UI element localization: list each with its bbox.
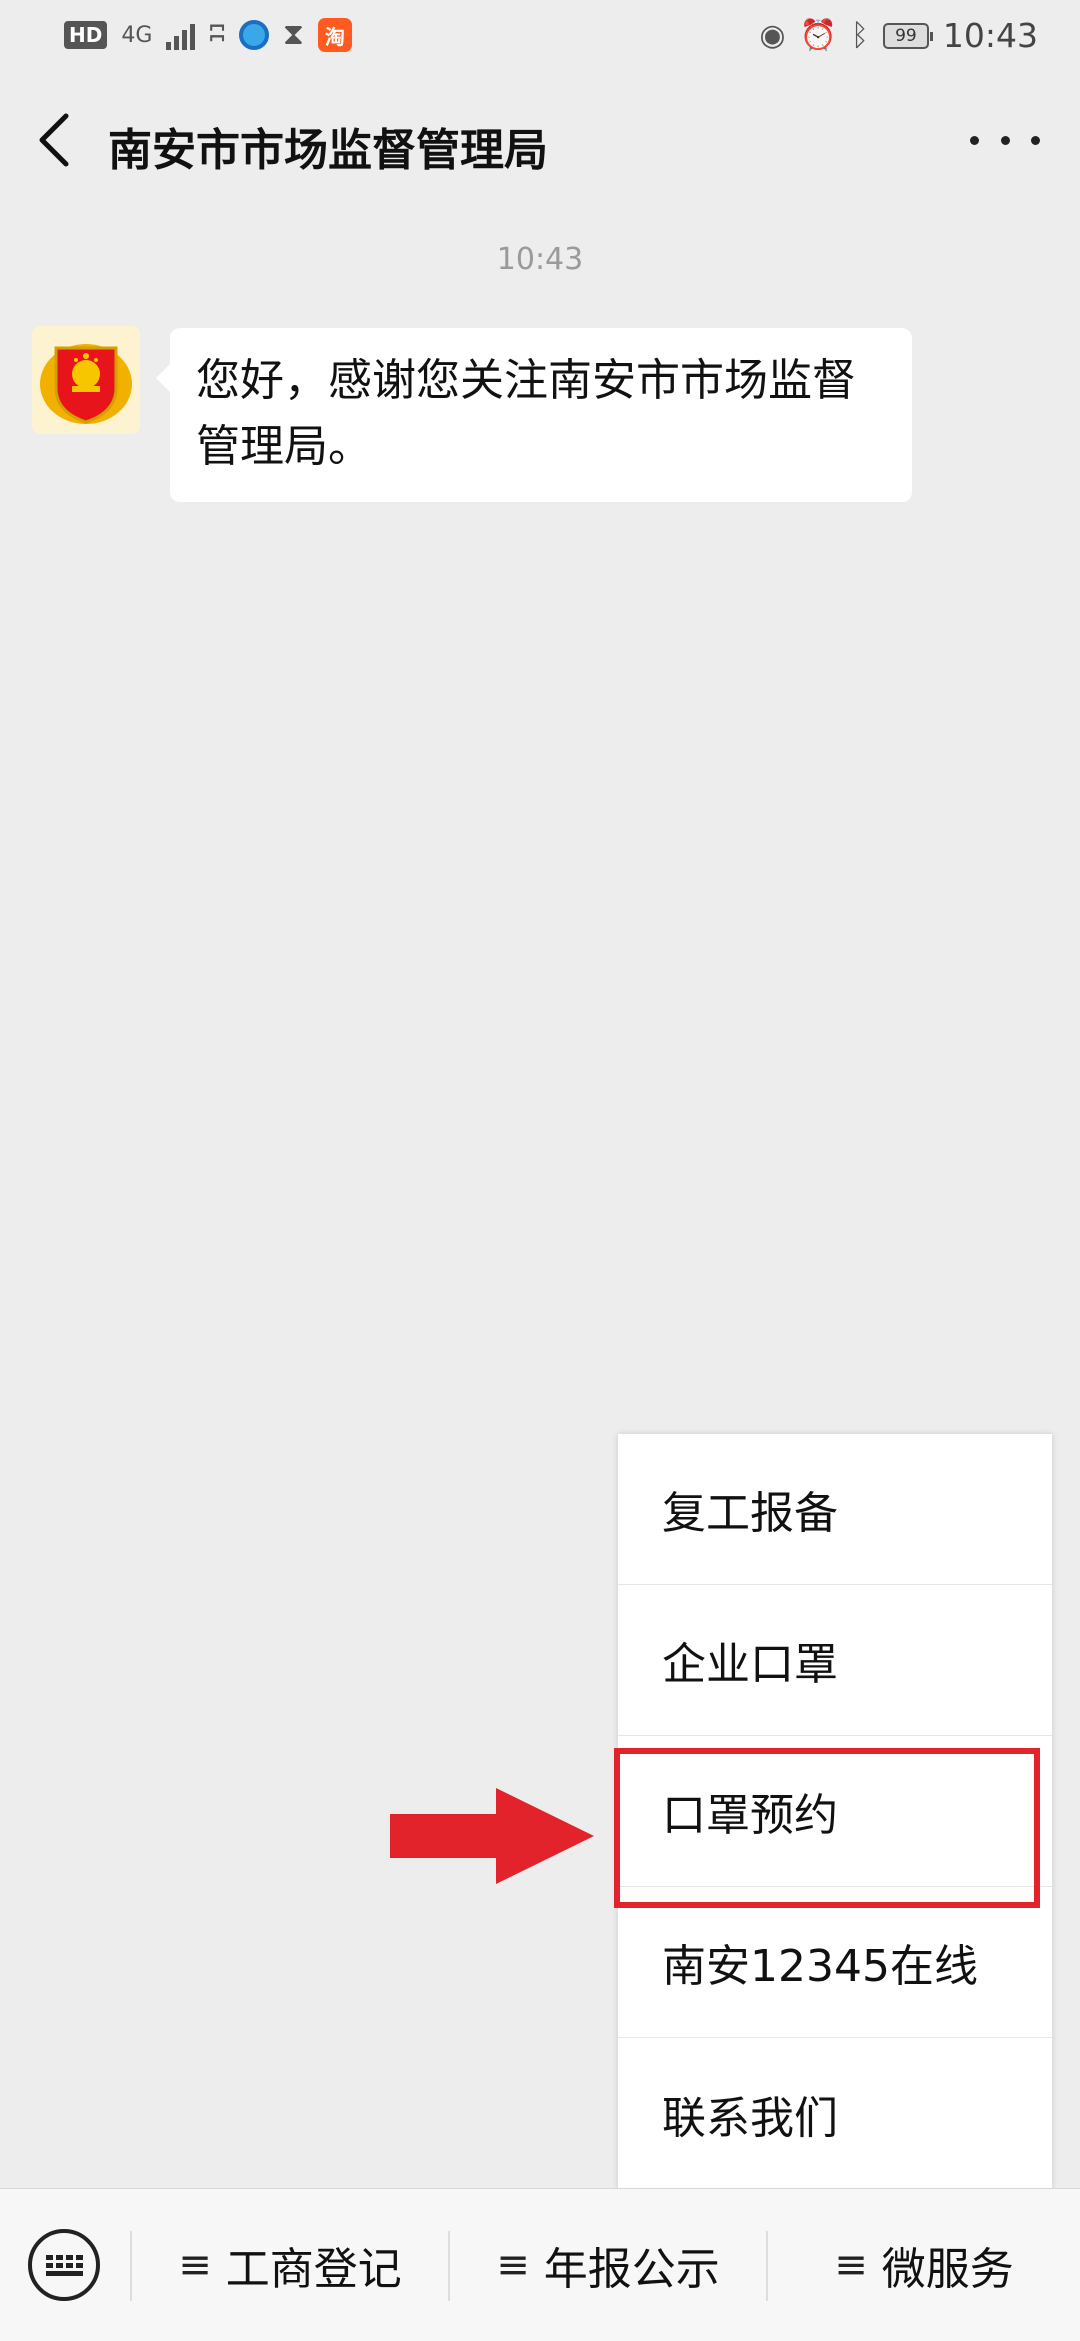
bottom-menu-bar: ≡ 工商登记 ≡ 年报公示 ≡ 微服务 xyxy=(0,2188,1080,2341)
menu-item-nanan-12345[interactable]: 南安12345在线 xyxy=(618,1887,1052,2038)
keyboard-icon xyxy=(45,2254,83,2276)
app-notification-icon xyxy=(238,20,269,50)
more-dot xyxy=(1000,135,1010,145)
more-dot xyxy=(970,135,979,145)
menu-item-enterprise-masks[interactable]: 企业口罩 xyxy=(618,1585,1052,1736)
national-emblem-icon xyxy=(32,326,140,434)
more-dot xyxy=(1031,135,1040,145)
arrow-right-icon xyxy=(386,1784,598,1888)
highlight-box xyxy=(614,1748,1040,1908)
menu-item-contact-us[interactable]: 联系我们 xyxy=(618,2038,1052,2189)
menu-lines-icon: ≡ xyxy=(496,2242,530,2288)
more-options-button[interactable] xyxy=(970,120,1040,160)
hourglass-icon: ⧗ xyxy=(282,17,304,52)
wifi-icon: ʭ xyxy=(209,17,225,52)
status-time: 10:43 xyxy=(942,16,1038,55)
back-button[interactable] xyxy=(28,110,84,170)
status-bar: HD 4G ʭ ⧗ 淘 ◉ ⏰ ᛒ 99 10:43 xyxy=(0,0,1080,72)
menu-button-annual-report[interactable]: ≡ 年报公示 xyxy=(450,2225,766,2305)
taobao-icon: 淘 xyxy=(317,18,352,52)
message-timestamp: 10:43 xyxy=(496,242,584,277)
menu-button-label: 工商登记 xyxy=(225,2244,402,2295)
alarm-icon: ⏰ xyxy=(799,17,837,53)
message-bubble: 您好，感谢您关注南安市市场监督管理局。 xyxy=(156,328,912,502)
menu-button-label: 微服务 xyxy=(881,2244,1014,2295)
hd-badge: HD xyxy=(64,21,108,49)
menu-button-label: 年报公示 xyxy=(543,2244,720,2295)
network-type: 4G xyxy=(121,22,153,48)
menu-item-resume-work-report[interactable]: 复工报备 xyxy=(618,1434,1052,1585)
menu-button-business-registration[interactable]: ≡ 工商登记 xyxy=(132,2225,448,2305)
eye-icon: ◉ xyxy=(759,17,786,53)
avatar[interactable] xyxy=(32,326,140,434)
signal-icon xyxy=(166,20,196,50)
menu-lines-icon: ≡ xyxy=(178,2242,212,2288)
battery-icon: 99 xyxy=(882,22,933,49)
nav-bar: 南安市市场监督管理局 xyxy=(0,80,1080,200)
menu-button-micro-services[interactable]: ≡ 微服务 xyxy=(768,2225,1080,2305)
menu-lines-icon: ≡ xyxy=(834,2242,868,2288)
bluetooth-icon: ᛒ xyxy=(850,17,869,53)
chevron-left-icon xyxy=(39,113,69,167)
page-title: 南安市市场监督管理局 xyxy=(108,125,548,176)
keyboard-toggle-button[interactable] xyxy=(28,2229,100,2301)
